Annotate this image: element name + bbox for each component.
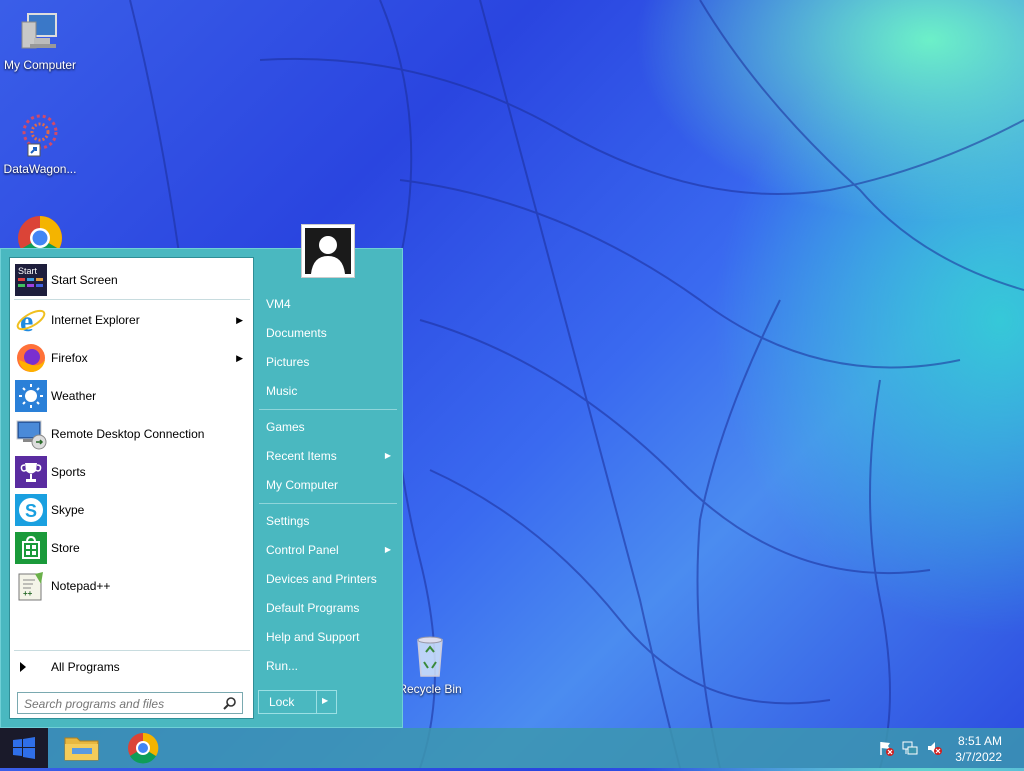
place-label: Pictures [266,355,310,369]
lock-label: Lock [269,695,295,709]
notepad-plus-plus-icon: ++ [15,570,47,602]
program-label: Sports [51,465,86,479]
program-firefox[interactable]: Firefox ▶ [15,341,251,375]
divider [14,299,250,300]
internet-explorer-icon: e [15,304,47,338]
place-recent-items[interactable]: Recent Items ▶ [259,445,397,467]
place-user-folder[interactable]: VM4 [259,293,397,315]
program-start-screen[interactable]: Start Start Screen [15,263,251,297]
submenu-arrow-icon: ▶ [384,545,391,554]
place-label: Settings [266,514,310,528]
program-label: Remote Desktop Connection [51,427,205,441]
start-screen-icon: Start [15,264,47,296]
search-box[interactable] [17,692,243,714]
programs-pane: Start Start Screen e Internet Explorer ▶ [9,257,254,719]
right-triangle-icon [15,657,47,677]
file-explorer-icon [64,737,99,761]
program-store[interactable]: Store [15,531,251,565]
program-label: Skype [51,503,85,517]
place-default-programs[interactable]: Default Programs [259,597,397,619]
place-label: Control Panel [266,543,339,557]
network-icon[interactable] [902,740,918,756]
place-label: My Computer [266,478,339,492]
place-my-computer[interactable]: My Computer [259,474,397,496]
program-label: Internet Explorer [51,313,140,327]
divider [14,650,250,651]
start-button[interactable] [0,728,48,768]
datawagon-icon [16,112,64,160]
program-skype[interactable]: S Skype [15,493,251,527]
place-label: Run... [266,659,299,673]
desktop-icon-datawagon[interactable]: DataWagon... [0,112,80,176]
computer-icon [16,8,64,56]
search-icon[interactable] [223,696,237,710]
windows-logo-icon [13,737,35,759]
taskbar: 8:51 AM 3/7/2022 [0,728,1024,768]
program-notepad-plus-plus[interactable]: ++ Notepad++ [15,569,251,603]
submenu-arrow-icon: ▶ [236,352,243,363]
lock-button[interactable]: Lock ▶ [258,690,337,714]
place-devices-and-printers[interactable]: Devices and Printers [259,568,397,590]
place-games[interactable]: Games [259,416,397,438]
weather-icon [15,380,47,412]
place-documents[interactable]: Documents [259,322,397,344]
program-label: Weather [51,389,97,403]
place-control-panel[interactable]: Control Panel ▶ [259,539,397,561]
remote-desktop-icon [15,418,47,450]
place-label: VM4 [266,297,291,311]
place-pictures[interactable]: Pictures [259,351,397,373]
desktop-icon-label: DataWagon... [3,162,77,176]
place-label: Games [266,420,305,434]
place-run[interactable]: Run... [259,655,397,677]
divider [259,503,397,504]
program-label: Notepad++ [51,579,111,593]
firefox-icon [15,342,47,374]
taskbar-file-explorer[interactable] [54,728,110,768]
store-icon [15,532,47,564]
volume-muted-icon[interactable] [926,740,942,756]
taskbar-chrome[interactable] [116,728,172,768]
divider [316,691,317,713]
clock[interactable]: 8:51 AM 3/7/2022 [955,733,1002,765]
program-sports[interactable]: Sports [15,455,251,489]
program-weather[interactable]: Weather [15,379,251,413]
program-internet-explorer[interactable]: e Internet Explorer ▶ [15,303,251,338]
all-programs-button[interactable]: All Programs [15,653,251,681]
clock-date: 3/7/2022 [955,750,1002,764]
chrome-icon [128,732,159,764]
user-avatar[interactable] [301,224,355,278]
program-label: Firefox [51,351,88,365]
start-menu: Start Start Screen e Internet Explorer ▶ [0,224,403,728]
place-label: Documents [266,326,327,340]
place-label: Default Programs [266,601,360,615]
desktop-icon-label: My Computer [3,58,77,72]
svg-text:S: S [25,501,37,521]
user-silhouette-icon [305,228,351,274]
start-icon-text: Start [18,266,38,276]
recycle-bin-icon [406,632,454,680]
sports-trophy-icon [15,456,47,488]
place-music[interactable]: Music [259,380,397,402]
svg-text:++: ++ [23,589,33,598]
divider [259,409,397,410]
program-remote-desktop[interactable]: Remote Desktop Connection [15,417,251,451]
place-label: Help and Support [266,630,360,644]
skype-icon: S [15,494,47,526]
program-label: Store [51,541,80,555]
place-label: Recent Items [266,449,337,463]
desktop-icon-my-computer[interactable]: My Computer [0,8,80,72]
submenu-arrow-icon: ▶ [236,314,243,325]
system-tray: 8:51 AM 3/7/2022 [864,728,1024,768]
lock-options-arrow-icon[interactable]: ▶ [322,696,328,705]
place-settings[interactable]: Settings [259,510,397,532]
action-center-flag-icon[interactable] [878,740,894,756]
search-input[interactable] [22,694,221,714]
place-label: Devices and Printers [266,572,377,586]
all-programs-label: All Programs [51,660,120,674]
submenu-arrow-icon: ▶ [384,451,391,460]
place-label: Music [266,384,298,398]
place-help-and-support[interactable]: Help and Support [259,626,397,648]
program-label: Start Screen [51,273,118,287]
clock-time: 8:51 AM [957,734,1002,748]
